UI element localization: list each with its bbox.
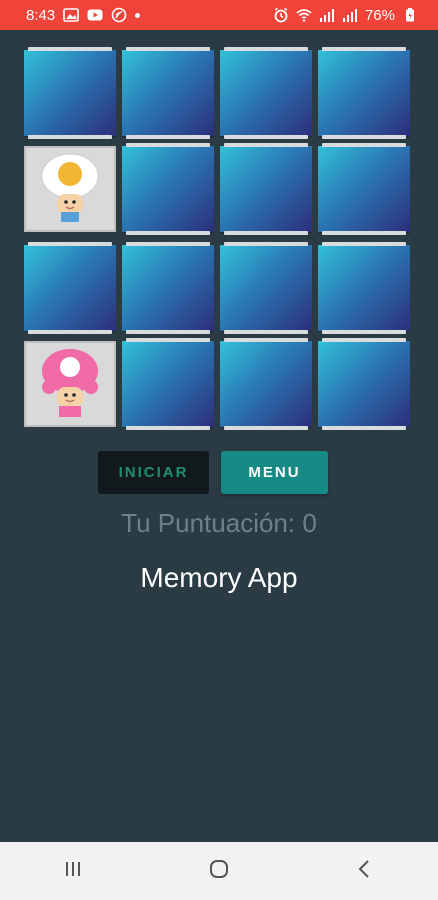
pink-toadette-icon	[37, 347, 103, 422]
alarm-icon	[273, 7, 289, 23]
notification-dot-icon	[135, 12, 141, 18]
memory-card[interactable]	[318, 338, 410, 430]
signal-icon	[319, 7, 335, 23]
youtube-icon	[87, 7, 103, 23]
memory-card[interactable]	[318, 143, 410, 235]
status-time: 8:43	[26, 6, 56, 24]
back-button[interactable]	[335, 851, 395, 891]
app-title: Memory App	[140, 562, 298, 593]
home-button[interactable]	[189, 851, 249, 891]
gallery-icon	[63, 7, 80, 23]
signal-icon	[342, 7, 358, 23]
recent-apps-button[interactable]	[43, 851, 103, 891]
memory-card-revealed[interactable]	[24, 341, 116, 427]
memory-card[interactable]	[220, 338, 312, 430]
wifi-icon	[296, 7, 312, 23]
memory-card[interactable]	[318, 242, 410, 334]
navigation-bar	[0, 842, 438, 900]
start-button[interactable]: INICIAR	[98, 451, 209, 494]
memory-card[interactable]	[220, 47, 312, 139]
battery-icon	[402, 7, 418, 23]
memory-card[interactable]	[122, 242, 214, 334]
memory-card[interactable]	[220, 242, 312, 334]
recent-apps-icon	[62, 858, 84, 885]
memory-card[interactable]	[24, 47, 116, 139]
memory-card[interactable]	[122, 143, 214, 235]
yellow-toad-icon	[37, 152, 103, 227]
cast-icon	[111, 7, 127, 23]
memory-card[interactable]	[220, 143, 312, 235]
memory-card[interactable]	[122, 338, 214, 430]
menu-button[interactable]: MENU	[221, 451, 328, 494]
battery-percent: 76%	[364, 6, 395, 24]
home-icon	[208, 858, 230, 885]
memory-board	[24, 45, 416, 430]
memory-card-revealed[interactable]	[24, 146, 116, 232]
memory-card[interactable]	[122, 47, 214, 139]
back-icon	[354, 858, 376, 885]
score-text: Tu Puntuación: 0	[121, 508, 317, 538]
status-bar: 8:43 76%	[0, 0, 438, 30]
memory-card[interactable]	[318, 47, 410, 139]
memory-card[interactable]	[24, 242, 116, 334]
